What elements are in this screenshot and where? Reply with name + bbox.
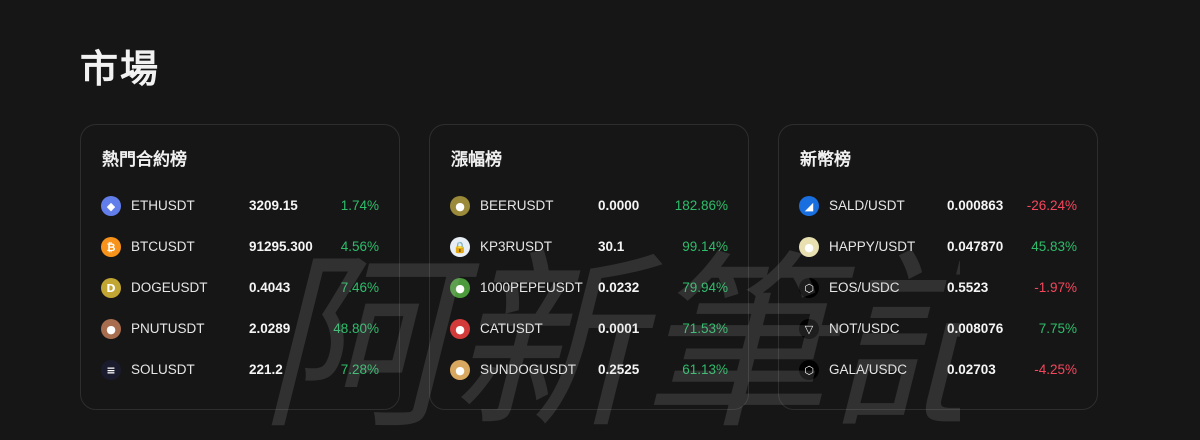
symbol-label: HAPPY/USDT bbox=[829, 239, 916, 254]
change-percent: 7.28% bbox=[340, 362, 379, 377]
last-price: 0.047870 bbox=[947, 239, 1004, 254]
symbol-label: SOLUSDT bbox=[131, 362, 195, 377]
card-title: 新幣榜 bbox=[800, 150, 851, 170]
new-listings-card: 新幣榜 ◢ SALD/USDT 0.000863 -26.24% ● HAPPY/USDT… bbox=[778, 124, 1098, 410]
bitcoin-icon: ₿ bbox=[101, 237, 121, 257]
change-percent: 7.75% bbox=[1038, 321, 1077, 336]
happy-icon: ● bbox=[799, 237, 819, 257]
card-title: 熱門合約榜 bbox=[102, 150, 187, 170]
market-row[interactable]: ● 1000PEPEUSDT 0.0232 79.94% bbox=[430, 269, 748, 310]
change-percent: -1.97% bbox=[1034, 280, 1077, 295]
change-percent: -26.24% bbox=[1026, 198, 1077, 213]
pepe-icon: ● bbox=[450, 278, 470, 298]
sald-icon: ◢ bbox=[799, 196, 819, 216]
market-row[interactable]: ◆ ETHUSDT 3209.15 1.74% bbox=[81, 187, 399, 228]
market-row[interactable]: ● BEERUSDT 0.0000 182.86% bbox=[430, 187, 748, 228]
last-price: 221.2 bbox=[249, 362, 283, 377]
symbol-label: KP3RUSDT bbox=[480, 239, 553, 254]
last-price: 0.4043 bbox=[249, 280, 291, 295]
market-row[interactable]: ● SUNDOGUSDT 0.2525 61.13% bbox=[430, 351, 748, 392]
symbol-label: BEERUSDT bbox=[480, 198, 554, 213]
pnut-icon: ● bbox=[101, 319, 121, 339]
change-percent: 45.83% bbox=[1031, 239, 1077, 254]
change-percent: 4.56% bbox=[340, 239, 379, 254]
hot-contracts-card: 熱門合約榜 ◆ ETHUSDT 3209.15 1.74% ₿ BTCUSDT 91295.… bbox=[80, 124, 400, 410]
change-percent: 7.46% bbox=[340, 280, 379, 295]
dogecoin-icon: D bbox=[101, 278, 121, 298]
eos-icon: ⬡ bbox=[799, 278, 819, 298]
symbol-label: CATUSDT bbox=[480, 321, 543, 336]
market-list: ◢ SALD/USDT 0.000863 -26.24% ● HAPPY/USDT 0.04… bbox=[779, 187, 1097, 392]
market-row[interactable]: 🔒 KP3RUSDT 30.1 99.14% bbox=[430, 228, 748, 269]
last-price: 30.1 bbox=[598, 239, 625, 254]
last-price: 0.0001 bbox=[598, 321, 640, 336]
sundog-icon: ● bbox=[450, 360, 470, 380]
market-row[interactable]: ⬡ EOS/USDC 0.5523 -1.97% bbox=[779, 269, 1097, 310]
symbol-label: ETHUSDT bbox=[131, 198, 195, 213]
last-price: 0.2525 bbox=[598, 362, 640, 377]
change-percent: 79.94% bbox=[682, 280, 728, 295]
last-price: 0.000863 bbox=[947, 198, 1004, 213]
market-row[interactable]: ● PNUTUSDT 2.0289 48.80% bbox=[81, 310, 399, 351]
symbol-label: NOT/USDC bbox=[829, 321, 900, 336]
symbol-label: SALD/USDT bbox=[829, 198, 905, 213]
change-percent: 71.53% bbox=[682, 321, 728, 336]
market-row[interactable]: ● HAPPY/USDT 0.047870 45.83% bbox=[779, 228, 1097, 269]
symbol-label: GALA/USDC bbox=[829, 362, 908, 377]
symbol-label: BTCUSDT bbox=[131, 239, 195, 254]
last-price: 0.008076 bbox=[947, 321, 1004, 336]
market-row[interactable]: ◢ SALD/USDT 0.000863 -26.24% bbox=[779, 187, 1097, 228]
market-row[interactable]: ₿ BTCUSDT 91295.300 4.56% bbox=[81, 228, 399, 269]
symbol-label: EOS/USDC bbox=[829, 280, 900, 295]
change-percent: 1.74% bbox=[340, 198, 379, 213]
symbol-label: SUNDOGUSDT bbox=[480, 362, 577, 377]
symbol-label: 1000PEPEUSDT bbox=[480, 280, 583, 295]
change-percent: 61.13% bbox=[682, 362, 728, 377]
market-row[interactable]: ● CATUSDT 0.0001 71.53% bbox=[430, 310, 748, 351]
symbol-label: DOGEUSDT bbox=[131, 280, 208, 295]
cat-icon: ● bbox=[450, 319, 470, 339]
change-percent: 182.86% bbox=[674, 198, 728, 213]
market-row[interactable]: ≡ SOLUSDT 221.2 7.28% bbox=[81, 351, 399, 392]
change-percent: -4.25% bbox=[1034, 362, 1077, 377]
gala-icon: ⬡ bbox=[799, 360, 819, 380]
market-row[interactable]: D DOGEUSDT 0.4043 7.46% bbox=[81, 269, 399, 310]
card-title: 漲幅榜 bbox=[451, 150, 502, 170]
gainers-card: 漲幅榜 ● BEERUSDT 0.0000 182.86% 🔒 KP3RUSDT 30.1 9… bbox=[429, 124, 749, 410]
change-percent: 48.80% bbox=[333, 321, 379, 336]
last-price: 0.02703 bbox=[947, 362, 996, 377]
market-row[interactable]: ⬡ GALA/USDC 0.02703 -4.25% bbox=[779, 351, 1097, 392]
beer-icon: ● bbox=[450, 196, 470, 216]
solana-icon: ≡ bbox=[101, 360, 121, 380]
last-price: 0.0232 bbox=[598, 280, 640, 295]
market-list: ● BEERUSDT 0.0000 182.86% 🔒 KP3RUSDT 30.1 99.14… bbox=[430, 187, 748, 392]
notcoin-icon: ▽ bbox=[799, 319, 819, 339]
page-title: 市場 bbox=[80, 47, 161, 91]
change-percent: 99.14% bbox=[682, 239, 728, 254]
ethereum-icon: ◆ bbox=[101, 196, 121, 216]
keep3r-icon: 🔒 bbox=[450, 237, 470, 257]
last-price: 0.5523 bbox=[947, 280, 989, 295]
last-price: 0.0000 bbox=[598, 198, 640, 213]
last-price: 2.0289 bbox=[249, 321, 291, 336]
symbol-label: PNUTUSDT bbox=[131, 321, 205, 336]
market-list: ◆ ETHUSDT 3209.15 1.74% ₿ BTCUSDT 91295.300 4.5… bbox=[81, 187, 399, 392]
last-price: 3209.15 bbox=[249, 198, 298, 213]
last-price: 91295.300 bbox=[249, 239, 313, 254]
market-row[interactable]: ▽ NOT/USDC 0.008076 7.75% bbox=[779, 310, 1097, 351]
